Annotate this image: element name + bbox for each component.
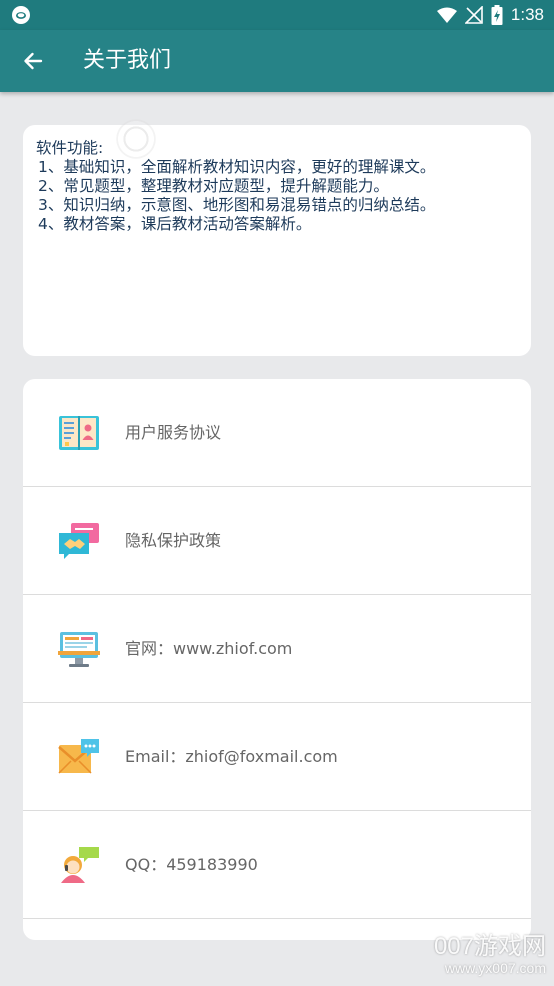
- handshake-message-icon: [59, 523, 99, 559]
- app-notification-icon: [12, 6, 30, 24]
- status-icons: 1:38: [436, 4, 544, 26]
- arrow-left-icon: [24, 52, 43, 70]
- watermark-main: 007游戏网: [433, 933, 546, 960]
- feature-item-2: 2、常见题型，整理教材对应题型，提升解题能力。: [38, 177, 389, 195]
- privacy-policy-row[interactable]: 隐私保护政策: [23, 487, 531, 595]
- email-row[interactable]: Email：zhiof@foxmail.com: [23, 703, 531, 811]
- status-time: 1:38: [510, 5, 544, 24]
- status-bar: 1:38: [0, 0, 554, 30]
- features-text: 软件功能: 1、基础知识，全面解析教材知识内容，更好的理解课文。 2、常见题型，…: [36, 139, 435, 234]
- links-card: 用户服务协议 隐私保护政策 官网：www.zhiof.com Email：zhi…: [23, 379, 531, 940]
- website-row[interactable]: 官网：www.zhiof.com: [23, 595, 531, 703]
- website-label: 官网：www.zhiof.com: [125, 639, 293, 658]
- qq-label: QQ：459183990: [125, 855, 258, 874]
- computer-website-icon: [58, 632, 100, 667]
- feature-item-3: 3、知识归纳，示意图、地形图和易混易错点的归纳总结。: [38, 196, 436, 214]
- envelope-chat-icon: [58, 739, 99, 774]
- feature-item-1: 1、基础知识，全面解析教材知识内容，更好的理解课文。: [38, 158, 436, 176]
- person-chat-icon: [61, 847, 99, 883]
- battery-charging-icon: [491, 5, 503, 25]
- features-heading: 软件功能:: [36, 139, 104, 157]
- watermark: 007游戏网 www.yx007.com: [433, 933, 546, 977]
- user-agreement-label: 用户服务协议: [125, 423, 222, 442]
- app-bar: 关于我们: [0, 30, 554, 92]
- email-label: Email：zhiof@foxmail.com: [125, 747, 338, 766]
- book-agreement-icon: [59, 416, 99, 450]
- back-button[interactable]: [16, 44, 50, 78]
- feature-item-4: 4、教材答案，课后教材活动答案解析。: [38, 215, 312, 233]
- qq-row[interactable]: QQ：459183990: [23, 811, 531, 919]
- page-title: 关于我们: [83, 48, 172, 73]
- user-agreement-row[interactable]: 用户服务协议: [23, 379, 531, 487]
- signal-off-icon: [464, 6, 483, 24]
- privacy-policy-label: 隐私保护政策: [125, 531, 222, 550]
- touch-ripple: [115, 118, 157, 160]
- intro-card: 软件功能: 1、基础知识，全面解析教材知识内容，更好的理解课文。 2、常见题型，…: [23, 125, 531, 356]
- watermark-url: www.yx007.com: [444, 960, 546, 976]
- wifi-icon: [436, 7, 457, 23]
